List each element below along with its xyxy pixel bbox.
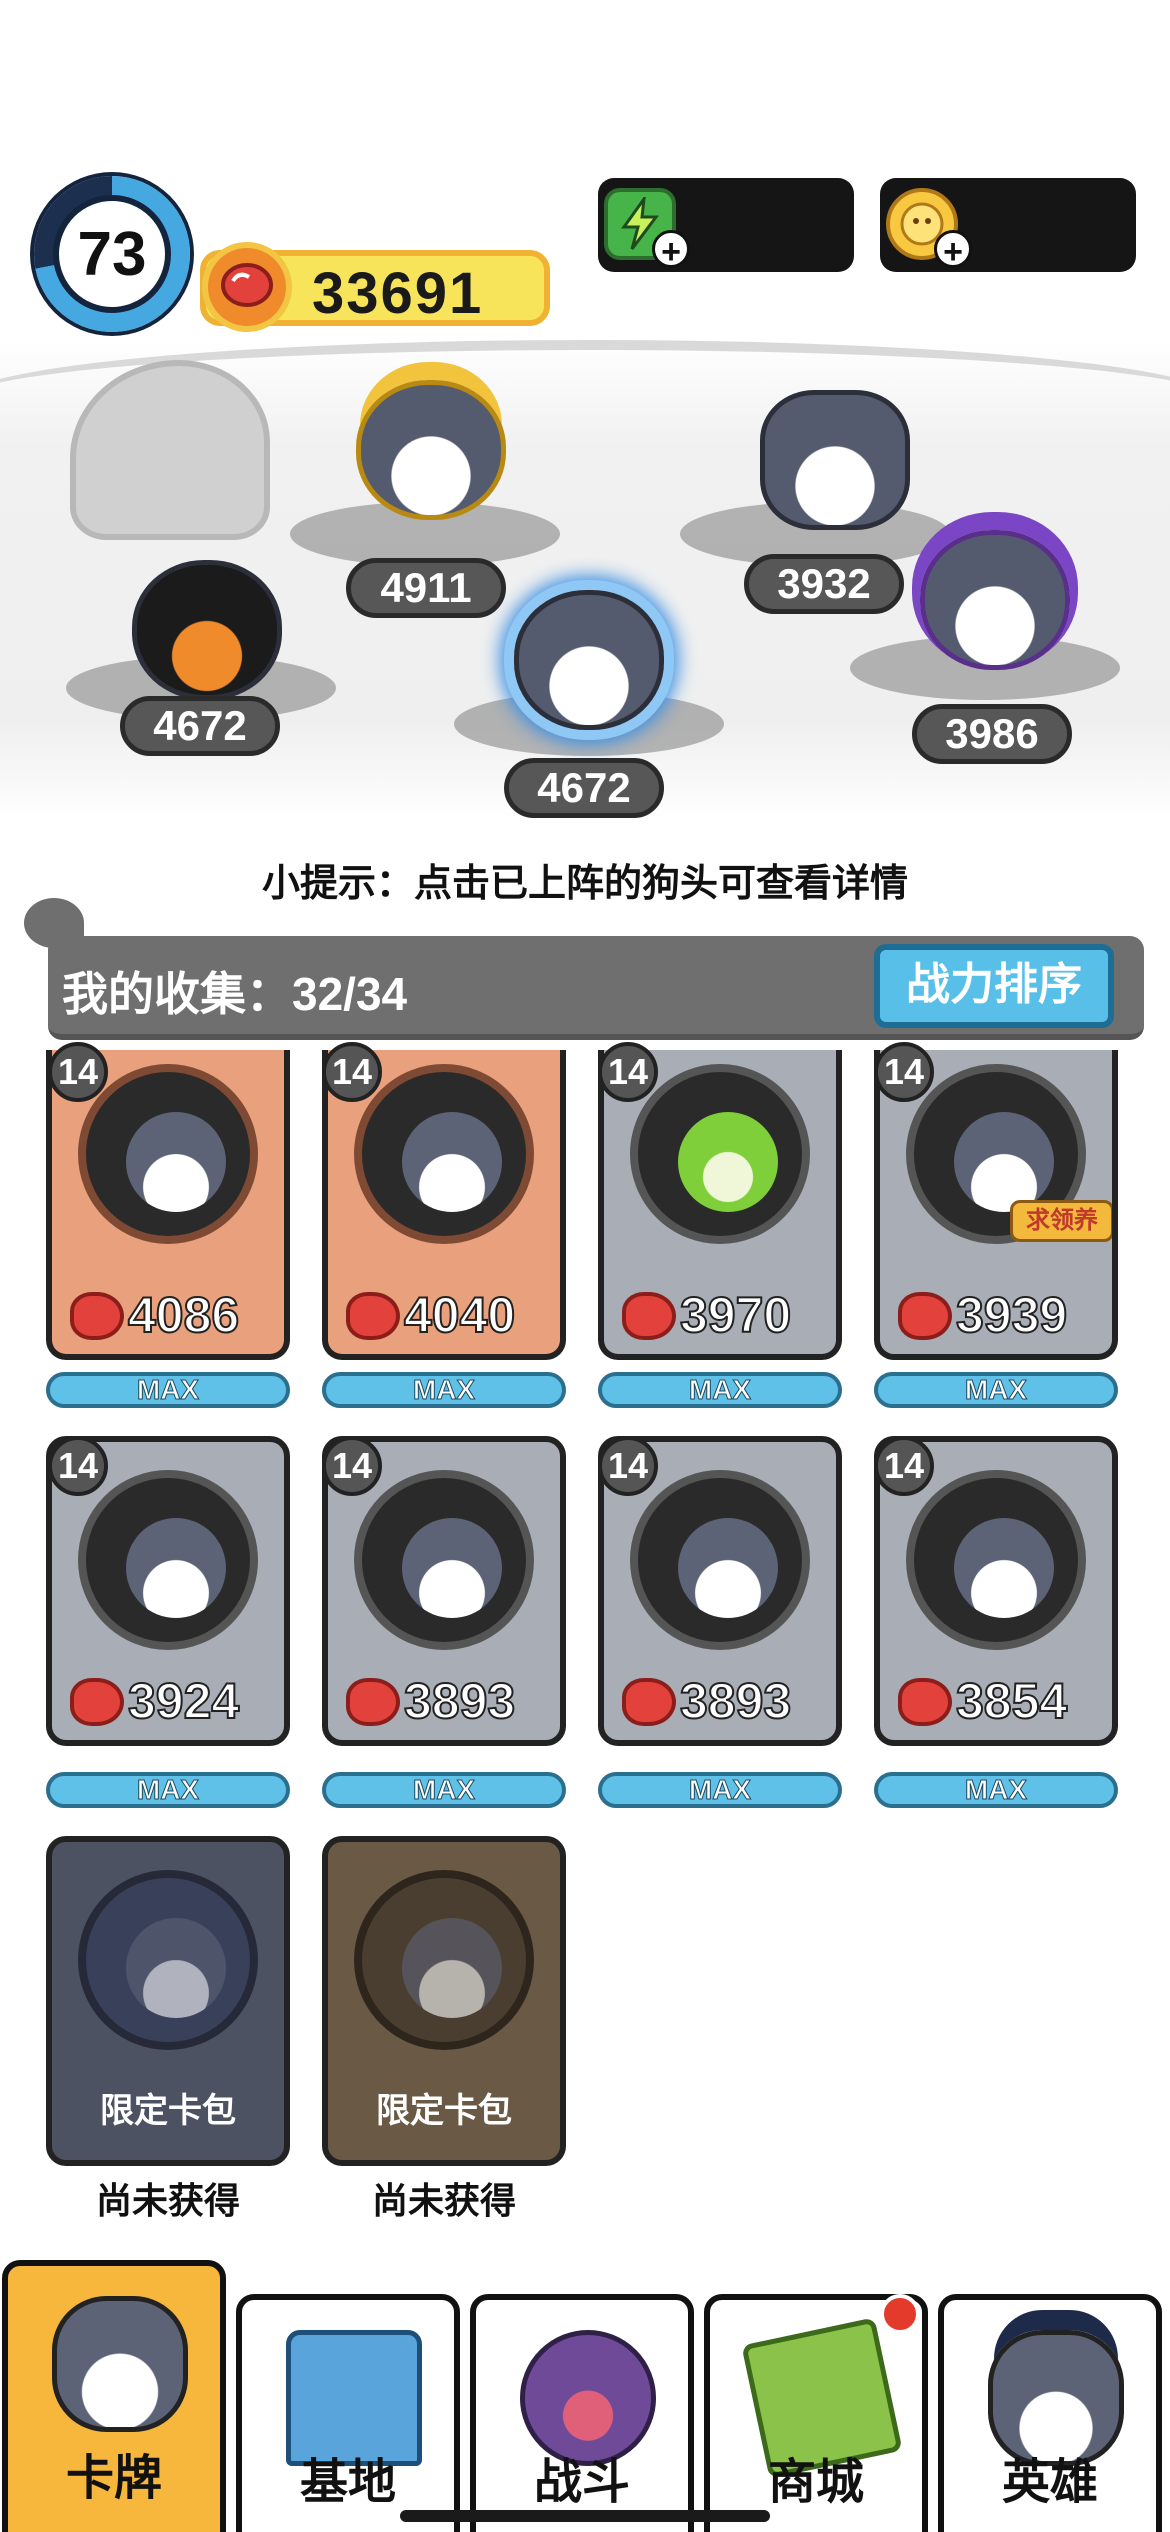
card-max-bar: MAX (874, 1772, 1118, 1808)
total-power-value: 33691 (312, 261, 484, 326)
total-power-pill: 33691 (200, 242, 550, 332)
coin-box[interactable]: + (880, 178, 1136, 272)
card-max-bar: MAX (874, 1372, 1118, 1408)
card-level-badge: 14 (598, 1436, 658, 1496)
tab-hero[interactable]: 英雄 (938, 2294, 1162, 2532)
locked-card[interactable]: 限定卡包 (46, 1836, 290, 2166)
collection-bar: 我的收集：32/34 战力排序 (48, 936, 1144, 1040)
limited-pack-label: 限定卡包 (376, 2092, 512, 2130)
boxing-glove-icon (898, 1678, 952, 1726)
card-max-bar: MAX (322, 1772, 566, 1808)
dog-portrait (126, 1518, 226, 1618)
tab-base[interactable]: 基地 (236, 2294, 460, 2532)
boxing-glove-icon (202, 242, 292, 332)
card-level-badge: 14 (322, 1436, 382, 1496)
boxing-glove-icon (898, 1292, 952, 1340)
tab-cards[interactable]: 卡牌 (2, 2260, 226, 2532)
boxing-glove-icon (622, 1292, 676, 1340)
tab-battle[interactable]: 战斗 (470, 2294, 694, 2532)
card-power: 3893 (679, 1672, 792, 1730)
boxing-glove-icon (70, 1678, 124, 1726)
hint-text: 小提示：点击已上阵的狗头可查看详情 (261, 863, 908, 905)
collection-count: 我的收集：32/34 (62, 968, 408, 1020)
card-level-badge: 14 (322, 1042, 382, 1102)
boxing-glove-icon (346, 1292, 400, 1340)
golden-helmet-dog-head[interactable] (356, 380, 506, 520)
card-power: 3970 (679, 1286, 792, 1344)
card-level-badge: 14 (874, 1436, 934, 1496)
boxing-glove-icon (622, 1678, 676, 1726)
card-level-badge: 14 (48, 1436, 108, 1496)
lineup-power-tag: 4672 (120, 696, 280, 756)
shop-notification-dot (880, 2294, 920, 2334)
card-max-bar: MAX (322, 1372, 566, 1408)
not-obtained-text: 尚未获得 (95, 2180, 240, 2221)
boxing-glove-icon (346, 1678, 400, 1726)
tab-label: 战斗 (533, 2456, 630, 2509)
energy-box[interactable]: + (598, 178, 854, 272)
maid-dog-portrait (678, 1518, 778, 1618)
dog-portrait (126, 1112, 226, 1212)
player-level-ring[interactable]: 73 (34, 176, 190, 332)
tab-label: 卡牌 (65, 2452, 162, 2505)
adoption-sign: 求领养 (1010, 1200, 1112, 1242)
card-power: 4086 (127, 1286, 240, 1344)
dog-face-icon (52, 2296, 188, 2432)
bubble-shield-dog-head[interactable] (514, 590, 664, 730)
player-level: 73 (53, 195, 171, 313)
add-coin-button[interactable]: + (934, 230, 972, 271)
tab-label: 英雄 (1001, 2456, 1098, 2509)
card-level-badge: 14 (874, 1042, 934, 1102)
lineup-power-tag: 3932 (744, 554, 904, 614)
card-max-bar: MAX (46, 1372, 290, 1408)
tab-label: 基地 (299, 2456, 396, 2509)
laptop-dog-head[interactable] (760, 390, 910, 530)
boxing-glove-icon (70, 1292, 124, 1340)
cabbage-dog-portrait (678, 1112, 778, 1212)
add-energy-button[interactable]: + (652, 230, 690, 271)
tab-label: 商城 (767, 2456, 864, 2509)
card-power: 3939 (955, 1286, 1068, 1344)
wizard-dog-head[interactable] (920, 530, 1070, 670)
card-power: 3893 (403, 1672, 516, 1730)
dog-portrait (402, 1518, 502, 1618)
card-max-bar: MAX (598, 1772, 842, 1808)
bottom-nav: 卡牌 基地 战斗 商城 英雄 (0, 2252, 1170, 2532)
locked-dog-portrait (126, 1918, 226, 2018)
not-obtained-text: 尚未获得 (371, 2180, 516, 2221)
lineup-power-tag: 3986 (912, 704, 1072, 764)
card-max-bar: MAX (46, 1772, 290, 1808)
card-power: 3924 (127, 1672, 240, 1730)
dog-portrait (954, 1518, 1054, 1618)
dog-portrait (954, 1112, 1054, 1212)
sort-by-power-button[interactable]: 战力排序 (874, 944, 1114, 1028)
home-indicator (400, 2510, 770, 2522)
fire-bomb-dog-head[interactable] (132, 560, 282, 700)
lineup-power-tag: 4672 (504, 758, 664, 818)
card-level-badge: 14 (598, 1042, 658, 1102)
dog-portrait (402, 1112, 502, 1212)
locked-dog-portrait (402, 1918, 502, 2018)
card-max-bar: MAX (598, 1372, 842, 1408)
limited-pack-label: 限定卡包 (100, 2092, 236, 2130)
locked-card[interactable]: 限定卡包 (322, 1836, 566, 2166)
card-power: 3854 (955, 1672, 1068, 1730)
card-power: 4040 (403, 1286, 516, 1344)
lineup-power-tag: 4911 (346, 558, 506, 618)
card-level-badge: 14 (48, 1042, 108, 1102)
